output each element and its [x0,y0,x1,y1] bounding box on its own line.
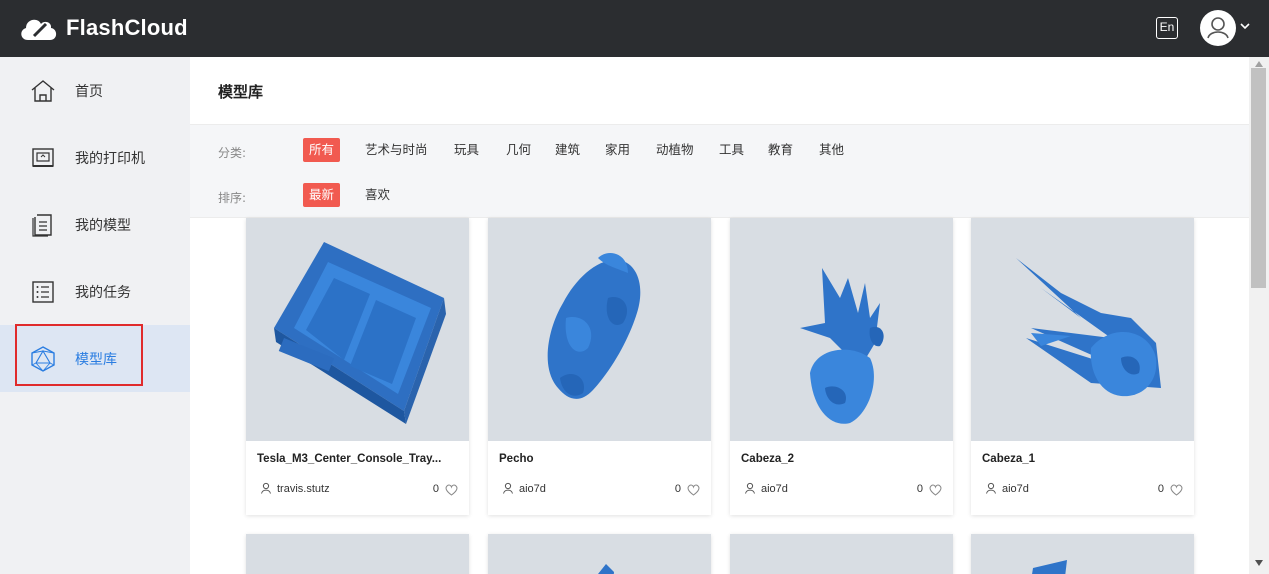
sort-chip-likes[interactable]: 喜欢 [365,183,390,207]
category-chip-education[interactable]: 教育 [768,138,793,162]
sidebar-item-label: 我的任务 [75,285,131,301]
category-chip-geometry[interactable]: 几何 [506,138,531,162]
model-thumbnail[interactable] [488,218,711,441]
model-card[interactable]: Cabeza_1 aio7d 0 [971,218,1194,515]
like-count: 0 [1157,483,1164,495]
user-avatar[interactable] [1200,10,1236,46]
model-name[interactable]: Tesla_M3_Center_Console_Tray... [257,453,441,465]
user-icon [986,482,996,494]
filter-bar: 分类: 所有 艺术与时尚 玩具 几何 建筑 家用 动植物 工具 教育 其他 排序… [190,124,1249,218]
home-icon [31,80,55,102]
document-icon [32,214,52,237]
model-author[interactable]: aio7d [1002,483,1029,495]
sidebar-item-label: 首页 [75,84,103,100]
like-count: 0 [674,483,681,495]
task-list-icon [32,281,54,303]
model-name[interactable]: Cabeza_2 [741,453,794,465]
model-author[interactable]: aio7d [761,483,788,495]
sidebar-item-my-models[interactable]: 我的模型 [0,191,190,258]
model-card[interactable]: Tesla_M3_Center_Console_Tray... travis.s… [246,218,469,515]
model-thumbnail[interactable] [488,534,711,574]
model-preview-image [547,253,641,399]
model-preview-image [274,242,446,424]
category-chip-architecture[interactable]: 建筑 [555,138,580,162]
sidebar-item-label: 我的模型 [75,218,131,234]
model-thumbnail[interactable] [246,534,469,574]
category-chip-art-fashion[interactable]: 艺术与时尚 [365,138,428,162]
heart-icon[interactable] [445,484,458,496]
user-icon [261,482,271,494]
model-author[interactable]: travis.stutz [277,483,330,495]
model-card[interactable]: Pecho aio7d 0 [488,218,711,515]
model-card[interactable] [246,534,469,574]
printer-icon [32,148,54,167]
model-thumbnail[interactable] [971,218,1194,441]
model-name[interactable]: Pecho [499,453,534,465]
model-card[interactable] [971,534,1194,574]
model-preview-image [598,564,614,574]
top-bar: FlashCloud En [0,0,1269,57]
like-count: 0 [916,483,923,495]
heart-icon[interactable] [929,484,942,496]
model-preview-image [800,268,884,424]
category-chip-all[interactable]: 所有 [303,138,340,162]
highlight-box [15,324,143,386]
sidebar-item-my-tasks[interactable]: 我的任务 [0,258,190,325]
sort-label: 排序: [218,191,247,205]
main-content: 模型库 分类: 所有 艺术与时尚 玩具 几何 建筑 家用 动植物 工具 教育 其… [190,57,1249,574]
sort-chip-newest[interactable]: 最新 [303,183,340,207]
cloud-logo-icon [21,19,57,40]
user-icon [503,482,513,494]
page-title: 模型库 [218,83,264,101]
user-icon [1207,17,1229,39]
sidebar: 首页 我的打印机 我的模型 我的任务 模型库 [0,57,190,574]
model-thumbnail[interactable] [730,534,953,574]
like-count: 0 [432,483,439,495]
model-preview-image [1032,560,1067,574]
language-button[interactable]: En [1156,17,1178,39]
sidebar-item-label: 我的打印机 [75,151,145,167]
scrollbar-thumb[interactable] [1251,68,1266,288]
model-author[interactable]: aio7d [519,483,546,495]
category-chip-household[interactable]: 家用 [605,138,630,162]
model-card[interactable] [488,534,711,574]
scroll-down-arrow-icon[interactable] [1255,560,1263,566]
user-icon [745,482,755,494]
category-chip-tools[interactable]: 工具 [719,138,744,162]
model-thumbnail[interactable] [730,218,953,441]
sidebar-item-home[interactable]: 首页 [0,57,190,124]
category-label: 分类: [218,146,247,160]
heart-icon[interactable] [1170,484,1183,496]
model-name[interactable]: Cabeza_1 [982,453,1035,465]
model-thumbnail[interactable] [971,534,1194,574]
category-chip-animals-plants[interactable]: 动植物 [656,138,694,162]
category-chip-other[interactable]: 其他 [819,138,844,162]
app-logo[interactable]: FlashCloud [18,14,188,42]
model-thumbnail[interactable] [246,218,469,441]
app-name: FlashCloud [66,15,188,40]
heart-icon[interactable] [687,484,700,496]
model-card[interactable] [730,534,953,574]
sidebar-item-printers[interactable]: 我的打印机 [0,124,190,191]
model-preview-image [1016,258,1161,397]
scroll-up-arrow-icon[interactable] [1255,61,1263,67]
category-chip-toys[interactable]: 玩具 [454,138,479,162]
chevron-down-icon[interactable] [1240,21,1250,31]
model-card[interactable]: Cabeza_2 aio7d 0 [730,218,953,515]
